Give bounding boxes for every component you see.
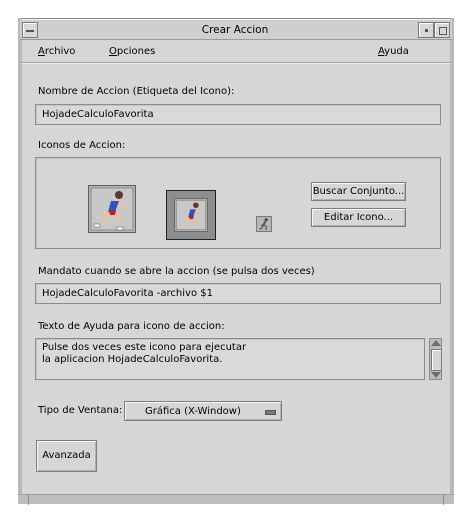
help-text-line-1: Pulse dos veces este icono para ejecutar [42, 342, 247, 353]
window-type-select[interactable]: Gráfica (X-Window) [124, 401, 282, 421]
help-text-line-2: la aplicacion HojadeCalculoFavorita. [42, 354, 223, 365]
runner-icon [259, 218, 268, 230]
action-name-field[interactable]: HojadeCalculoFavorita [35, 104, 441, 125]
small-action-icon[interactable] [256, 216, 272, 232]
large-action-icon[interactable] [88, 185, 136, 233]
edit-icon-button[interactable]: Editar Icono... [311, 208, 406, 227]
scroll-down-icon[interactable] [431, 372, 441, 378]
window-menu-icon [26, 30, 34, 32]
command-label: Mandato cuando se abre la accion (se pul… [38, 266, 315, 277]
menu-opciones[interactable]: Opciones [109, 44, 155, 60]
runner-icon [176, 200, 206, 230]
minimize-icon [425, 29, 428, 32]
option-indicator-icon [265, 410, 276, 415]
action-icons-label: Iconos de Accion: [38, 140, 126, 151]
menu-archivo[interactable]: Archivo [38, 44, 75, 60]
window-border-right[interactable] [450, 18, 454, 504]
window-border-bottom[interactable] [18, 494, 454, 505]
help-text-label: Texto de Ayuda para icono de accion: [38, 321, 225, 332]
menu-ayuda[interactable]: Ayuda [378, 44, 409, 60]
runner-icon [90, 187, 134, 231]
scroll-thumb[interactable] [431, 349, 442, 371]
minimize-button[interactable] [418, 22, 434, 38]
help-text-area[interactable]: Pulse dos veces este icono para ejecutar… [35, 338, 425, 380]
scroll-up-icon[interactable] [431, 340, 441, 346]
window-type-value: Gráfica (X-Window) [145, 406, 241, 417]
advanced-button[interactable]: Avanzada [36, 440, 97, 472]
command-field[interactable]: HojadeCalculoFavorita -archivo $1 [35, 283, 441, 304]
maximize-button[interactable] [434, 22, 450, 38]
window-menu-button[interactable] [22, 22, 38, 38]
help-text-scrollbar[interactable] [429, 338, 442, 380]
action-name-label: Nombre de Accion (Etiqueta del Icono): [38, 86, 235, 97]
window-title: Crear Accion [201, 24, 269, 36]
medium-action-icon[interactable] [174, 198, 208, 232]
window-type-label: Tipo de Ventana: [38, 405, 123, 416]
maximize-icon [439, 27, 447, 35]
find-set-button[interactable]: Buscar Conjunto... [311, 182, 406, 201]
window-border-left[interactable] [18, 18, 22, 504]
